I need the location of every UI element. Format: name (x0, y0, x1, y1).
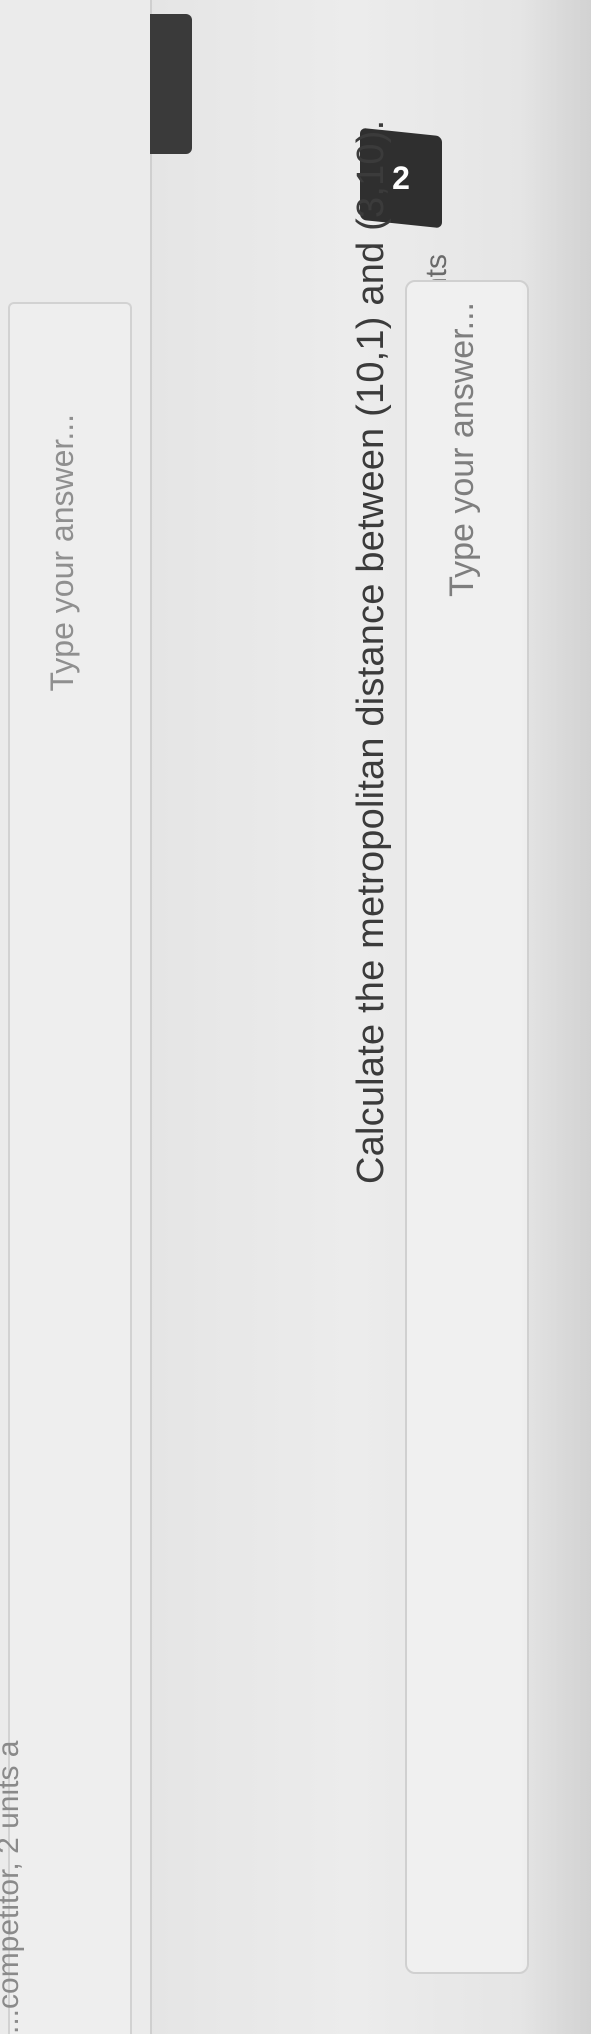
previous-answer-input[interactable]: Type your answer... (8, 302, 132, 2034)
form-page: Type your answer... ...competitor, 2 uni… (0, 0, 591, 2034)
side-tab-marker (150, 14, 192, 154)
previous-question-text: ...competitor, 2 units a (0, 1741, 25, 2034)
previous-question-card: Type your answer... ...competitor, 2 uni… (0, 0, 152, 2034)
answer-input[interactable]: Type your answer... (405, 280, 529, 1974)
answer-placeholder: Type your answer... (443, 302, 481, 597)
bottom-shade (520, 0, 591, 2034)
question-text: Calculate the metropolitan distance betw… (350, 119, 392, 1184)
previous-answer-placeholder: Type your answer... (44, 414, 80, 692)
